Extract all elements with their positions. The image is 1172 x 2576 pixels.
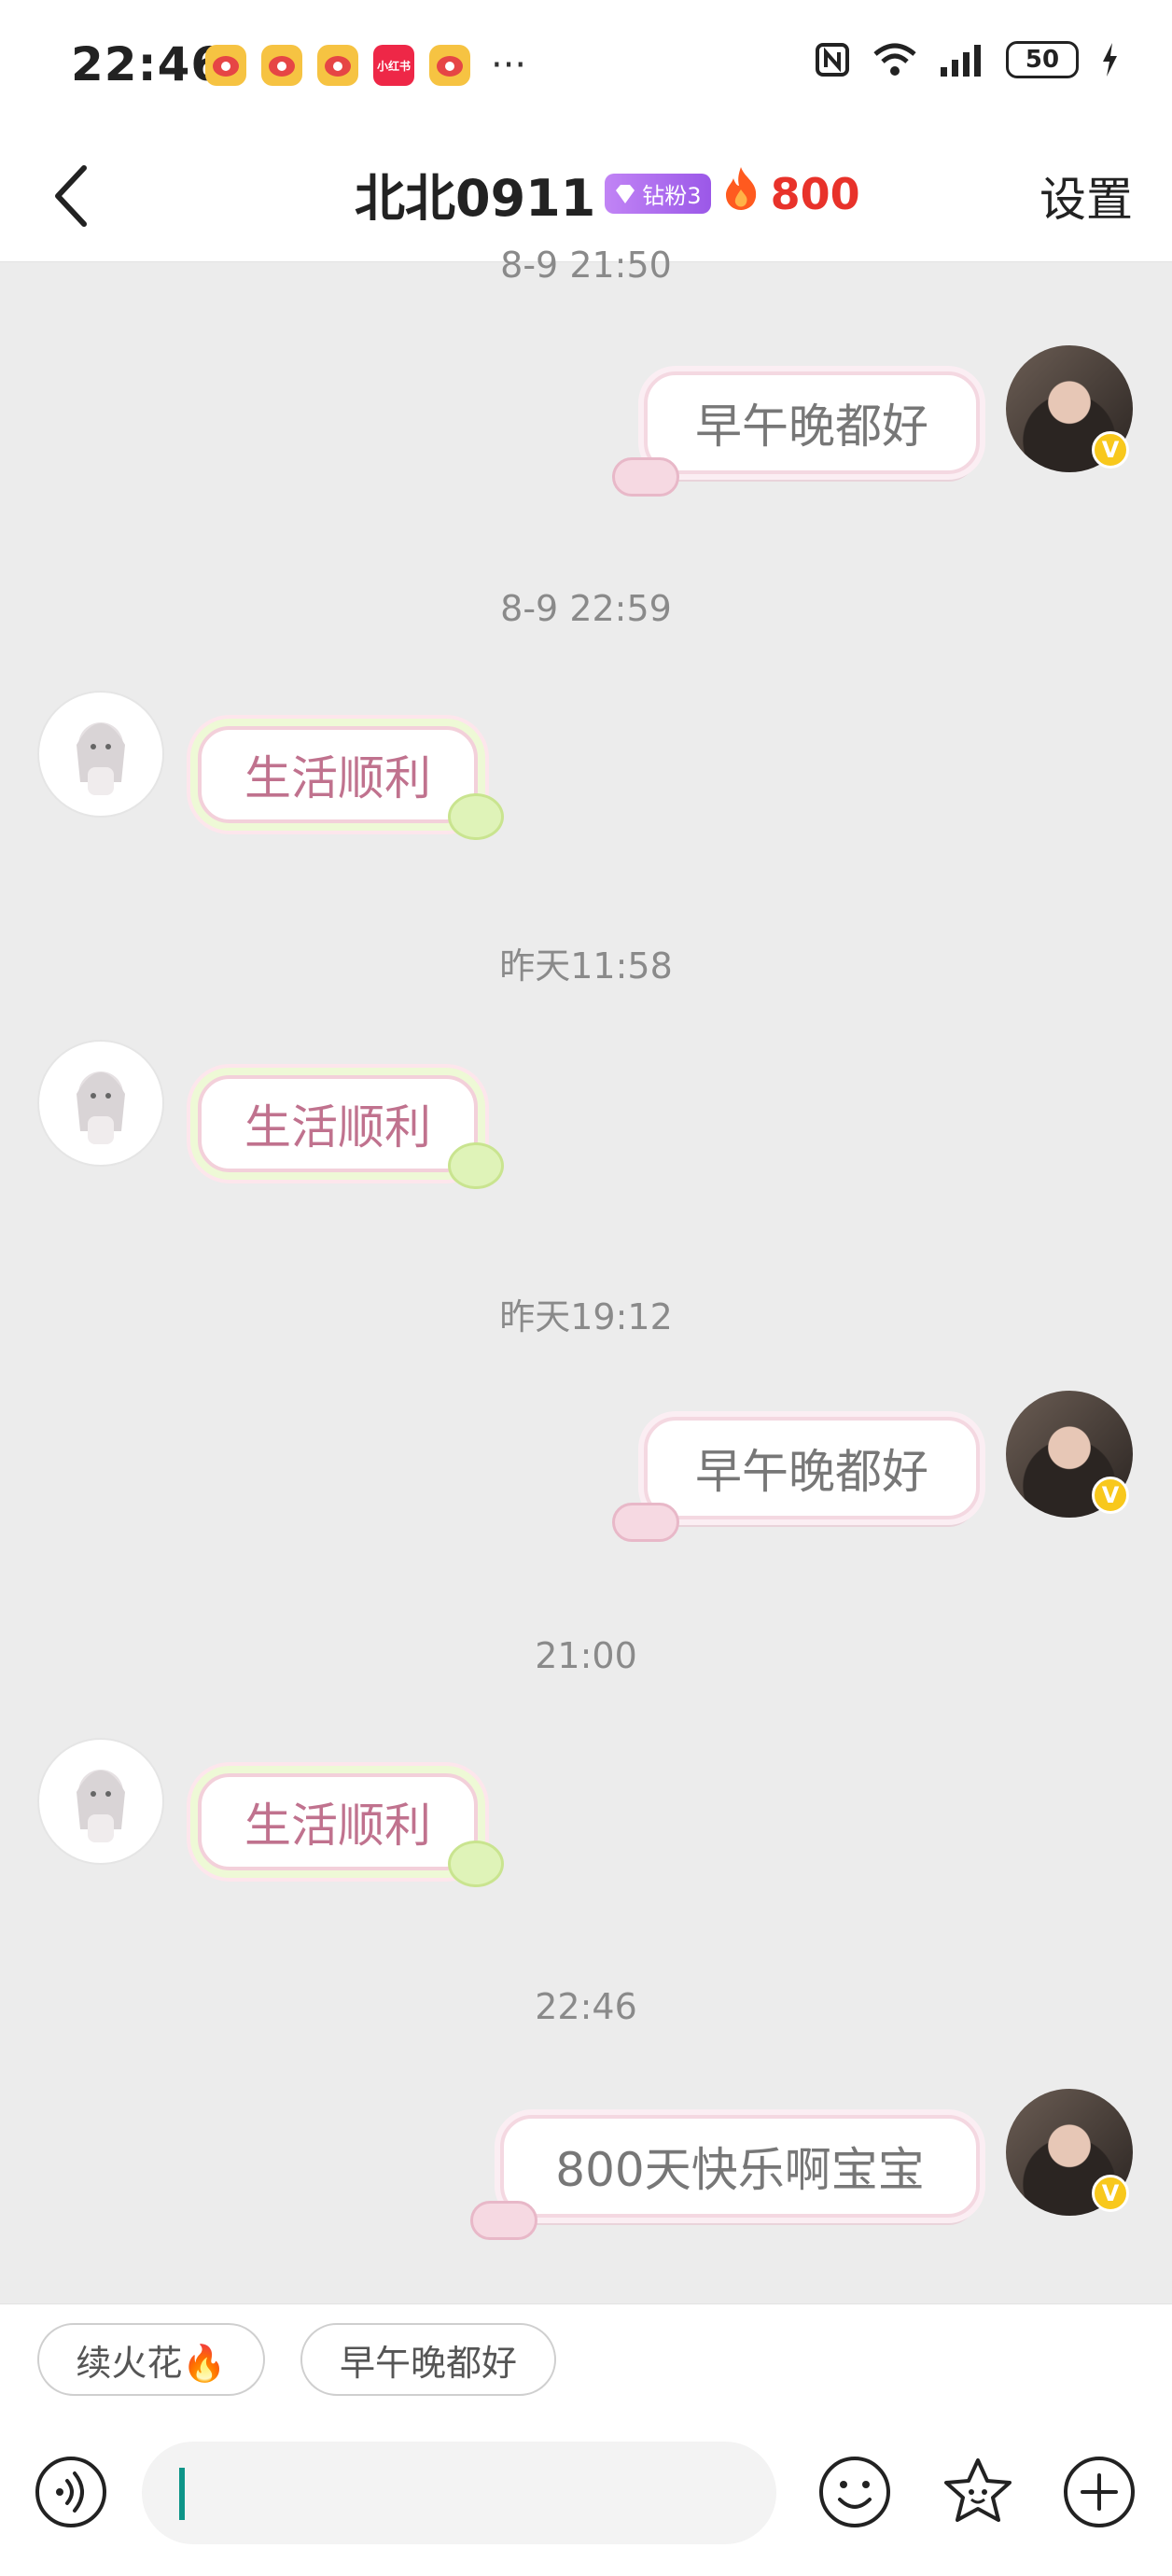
notification-icons: 小红书 ··· bbox=[205, 45, 526, 86]
settings-button[interactable]: 设置 bbox=[1039, 162, 1133, 230]
clover-sticker-icon bbox=[448, 793, 504, 840]
text-caret bbox=[179, 2468, 185, 2520]
spark-streak-count: 800 bbox=[770, 168, 860, 219]
chat-title-group[interactable]: 北北0911 钻粉3 800 bbox=[355, 157, 860, 231]
message-bubble[interactable]: 早午晚都好 bbox=[644, 1417, 980, 1519]
message-timestamp: 昨天19:12 bbox=[499, 1296, 673, 1337]
add-more-icon[interactable] bbox=[1062, 2455, 1137, 2529]
clover-sticker-icon bbox=[448, 1841, 504, 1887]
quick-reply-chip[interactable]: 续火花🔥 bbox=[37, 2323, 265, 2396]
verified-badge-icon: V bbox=[1092, 431, 1129, 469]
verified-badge-icon: V bbox=[1092, 1477, 1129, 1514]
diamond-icon bbox=[616, 184, 635, 203]
weibo-icon bbox=[261, 45, 302, 86]
back-arrow-icon[interactable] bbox=[37, 159, 112, 233]
chat-title: 北北0911 bbox=[355, 169, 596, 228]
xiaohongshu-icon: 小红书 bbox=[373, 45, 414, 86]
charging-icon bbox=[1103, 43, 1117, 77]
message-bubble[interactable]: 生活顺利 bbox=[198, 1075, 478, 1172]
message-timestamp: 21:00 bbox=[535, 1635, 637, 1676]
contact-avatar[interactable] bbox=[37, 691, 164, 818]
verified-badge-icon: V bbox=[1092, 2175, 1129, 2212]
message-timestamp: 昨天11:58 bbox=[499, 945, 673, 987]
weibo-icon bbox=[429, 45, 470, 86]
clover-sticker-icon bbox=[448, 1142, 504, 1189]
message-input-bar bbox=[0, 2408, 1172, 2576]
voice-icon[interactable] bbox=[34, 2455, 108, 2529]
fan-level-badge: 钻粉3 bbox=[605, 174, 711, 214]
message-bubble[interactable]: 生活顺利 bbox=[198, 1773, 478, 1870]
system-icons: 50 bbox=[814, 41, 1120, 78]
sticker-star-icon[interactable] bbox=[941, 2455, 1015, 2529]
contact-avatar[interactable] bbox=[37, 1738, 164, 1865]
message-timestamp: 8-9 22:59 bbox=[500, 588, 672, 629]
message-bubble[interactable]: 800天快乐啊宝宝 bbox=[500, 2115, 980, 2218]
message-bubble[interactable]: 生活顺利 bbox=[198, 726, 478, 823]
weibo-icon bbox=[317, 45, 358, 86]
quick-reply-chip[interactable]: 早午晚都好 bbox=[300, 2323, 556, 2396]
contact-avatar[interactable] bbox=[37, 1040, 164, 1167]
message-timestamp: 8-9 21:50 bbox=[500, 245, 672, 286]
more-notifications-icon: ··· bbox=[491, 44, 527, 87]
pig-sticker-icon bbox=[612, 1503, 679, 1542]
pig-sticker-icon bbox=[612, 457, 679, 497]
weibo-icon bbox=[205, 45, 246, 86]
fan-badge-label: 钻粉3 bbox=[642, 183, 702, 209]
message-timestamp: 22:46 bbox=[535, 1986, 637, 2027]
message-input[interactable] bbox=[142, 2442, 776, 2544]
chat-header: 北北0911 钻粉3 800 设置 bbox=[0, 131, 1172, 262]
status-bar: 22:46 小红书 ··· 50 bbox=[0, 0, 1172, 131]
signal-icon bbox=[941, 45, 981, 77]
emoji-icon[interactable] bbox=[817, 2455, 892, 2529]
wifi-icon bbox=[873, 43, 916, 76]
fire-icon bbox=[720, 165, 761, 222]
status-time: 22:46 bbox=[71, 37, 225, 91]
pig-sticker-icon bbox=[470, 2201, 537, 2240]
message-bubble[interactable]: 早午晚都好 bbox=[644, 371, 980, 474]
quick-reply-bar: 续火花🔥 早午晚都好 bbox=[0, 2303, 1172, 2409]
nfc-icon bbox=[816, 43, 849, 77]
battery-indicator: 50 bbox=[1006, 41, 1079, 78]
